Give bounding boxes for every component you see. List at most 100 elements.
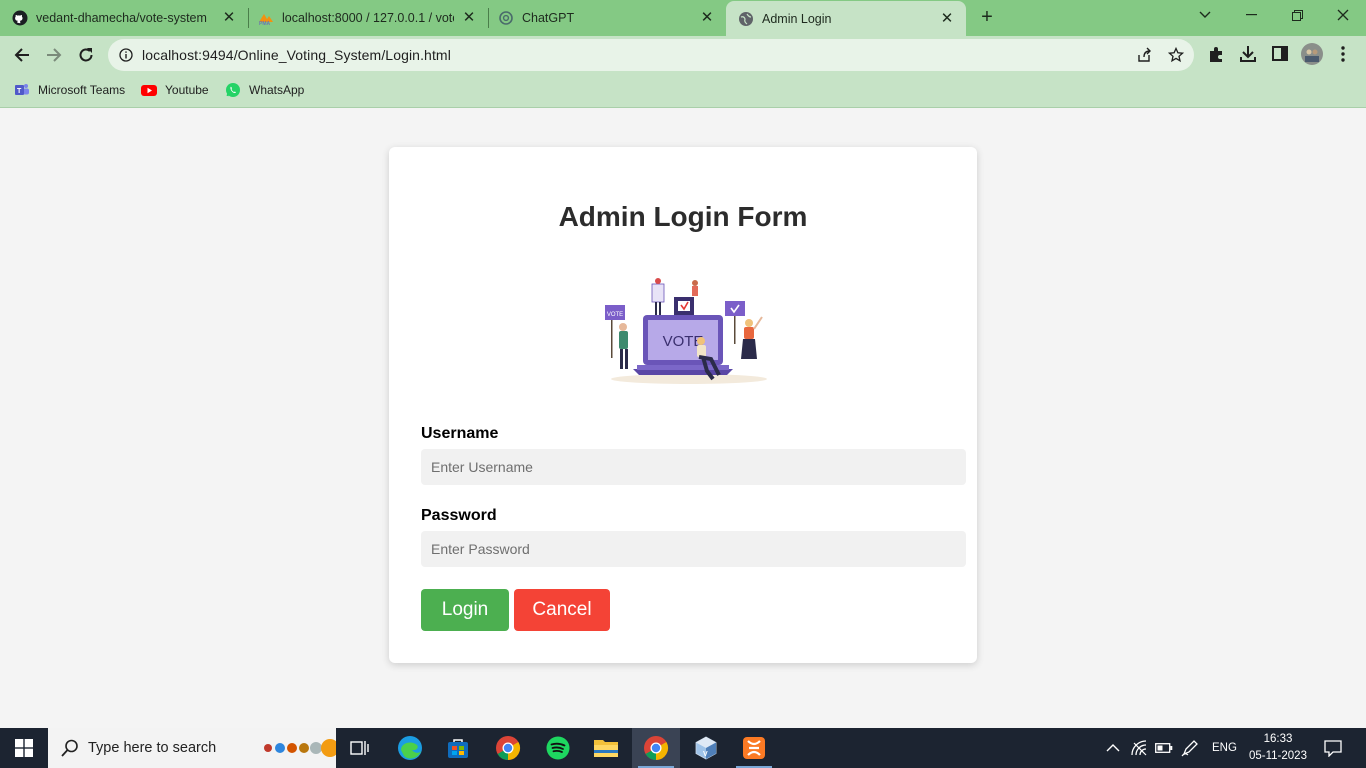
tab-github[interactable]: vedant-dhamecha/vote-system ✕ <box>12 0 248 36</box>
profile-avatar[interactable] <box>1301 43 1323 65</box>
new-tab-button[interactable]: + <box>976 6 998 28</box>
chrome-icon <box>496 736 521 760</box>
battery-icon <box>1155 743 1173 753</box>
cancel-button[interactable]: Cancel <box>514 589 610 631</box>
back-button[interactable] <box>8 41 36 69</box>
bookmark-youtube[interactable]: Youtube <box>141 82 209 98</box>
browser-toolbar: localhost:9494/Online_Voting_System/Logi… <box>0 36 1366 74</box>
whatsapp-icon <box>226 83 240 97</box>
search-highlight-icon <box>264 739 336 757</box>
pen-icon <box>1181 740 1198 757</box>
bookmark-label: Youtube <box>165 83 209 97</box>
clock-date: 05-11-2023 <box>1249 750 1307 762</box>
tab-divider <box>248 8 249 28</box>
password-input[interactable] <box>421 531 966 567</box>
svg-text:V: V <box>703 751 708 758</box>
start-button[interactable] <box>0 728 48 768</box>
tab-title: Admin Login <box>762 11 832 26</box>
restore-button[interactable] <box>1274 0 1320 30</box>
tab-phpmyadmin[interactable]: PMA localhost:8000 / 127.0.0.1 / vote ✕ <box>258 0 488 36</box>
youtube-icon <box>141 85 157 96</box>
virtualbox-icon: V <box>695 736 717 760</box>
address-bar[interactable]: localhost:9494/Online_Voting_System/Logi… <box>108 39 1194 71</box>
close-icon <box>1337 9 1349 21</box>
taskbar-clock[interactable]: 16:33 05-11-2023 <box>1244 731 1312 765</box>
tab-title: vedant-dhamecha/vote-system <box>36 11 207 25</box>
bookmark-label: WhatsApp <box>249 83 305 97</box>
bookmark-label: Microsoft Teams <box>38 83 126 97</box>
site-info-icon[interactable] <box>119 48 133 62</box>
tab-strip: vedant-dhamecha/vote-system ✕ PMA localh… <box>0 0 1366 36</box>
close-tab-icon[interactable]: ✕ <box>698 9 716 27</box>
notification-center-button[interactable] <box>1324 728 1342 768</box>
store-icon <box>448 739 468 758</box>
phpmyadmin-icon: PMA <box>259 14 273 26</box>
download-icon[interactable] <box>1240 45 1256 63</box>
battery-button[interactable] <box>1155 728 1173 768</box>
language-indicator[interactable]: ENG <box>1212 728 1237 768</box>
tab-title: localhost:8000 / 127.0.0.1 / vote <box>282 11 454 25</box>
tab-chatgpt[interactable]: ChatGPT ✕ <box>498 0 726 36</box>
network-icon <box>1131 740 1147 756</box>
tray-overflow-button[interactable] <box>1106 728 1120 768</box>
notification-icon <box>1324 740 1342 757</box>
chatgpt-icon <box>499 11 513 25</box>
username-input[interactable] <box>421 449 966 485</box>
minimize-icon <box>1245 14 1257 16</box>
svg-text:VOTE: VOTE <box>607 312 623 318</box>
taskbar-file-explorer[interactable] <box>582 728 630 768</box>
taskbar-spotify[interactable] <box>534 728 582 768</box>
forward-arrow-icon <box>47 48 62 62</box>
tab-title: ChatGPT <box>522 11 575 25</box>
teams-icon: T <box>15 84 29 95</box>
bookmark-star-icon[interactable] <box>1168 47 1184 63</box>
reload-icon <box>79 48 93 62</box>
globe-icon <box>739 11 753 26</box>
close-tab-icon[interactable]: ✕ <box>220 9 238 27</box>
bookmark-microsoft-teams[interactable]: T Microsoft Teams <box>14 82 125 98</box>
extensions-icon[interactable] <box>1208 45 1224 63</box>
side-panel-icon[interactable] <box>1272 45 1288 63</box>
tab-divider <box>488 8 489 28</box>
windows-logo-icon <box>15 739 33 757</box>
taskbar-chrome[interactable] <box>484 728 532 768</box>
svg-text:T: T <box>17 88 22 95</box>
bookmarks-bar: T Microsoft Teams Youtube WhatsApp <box>0 74 1366 108</box>
pen-button[interactable] <box>1181 728 1199 768</box>
taskbar-xampp[interactable] <box>730 728 778 768</box>
windows-taskbar: Type here to search V ENG 16:33 05-11-20… <box>0 728 1366 768</box>
share-icon[interactable] <box>1136 47 1152 63</box>
task-view-button[interactable] <box>336 728 384 768</box>
close-tab-icon[interactable]: ✕ <box>938 10 956 28</box>
taskbar-store[interactable] <box>434 728 482 768</box>
forward-button[interactable] <box>40 41 68 69</box>
xampp-icon <box>743 737 765 759</box>
svg-text:PMA: PMA <box>259 21 271 26</box>
taskbar-search-box[interactable]: Type here to search <box>48 728 336 768</box>
voting-illustration: VOTE VOTE <box>605 278 767 384</box>
more-menu-icon[interactable] <box>1340 45 1346 63</box>
password-label: Password <box>421 507 497 524</box>
back-arrow-icon <box>14 48 29 62</box>
page-title: Admin Login Form <box>558 201 808 232</box>
taskbar-edge[interactable] <box>386 728 434 768</box>
network-button[interactable] <box>1131 728 1149 768</box>
taskbar-chrome-active[interactable] <box>632 728 680 768</box>
search-placeholder: Type here to search <box>88 740 217 756</box>
login-card: Admin Login Form VOTE VOTE Username Ente… <box>389 147 977 663</box>
search-icon <box>61 739 78 757</box>
close-window-button[interactable] <box>1320 0 1366 30</box>
reload-button[interactable] <box>72 41 100 69</box>
taskbar-virtualbox[interactable]: V <box>682 728 730 768</box>
tab-admin-login[interactable]: Admin Login ✕ <box>726 1 966 36</box>
tab-search-button[interactable] <box>1182 0 1228 30</box>
github-icon <box>12 10 28 26</box>
minimize-button[interactable] <box>1228 0 1274 30</box>
task-view-icon <box>350 741 369 755</box>
chevron-down-icon <box>1199 11 1211 18</box>
bookmark-whatsapp[interactable]: WhatsApp <box>225 82 304 98</box>
url-text: localhost:9494/Online_Voting_System/Logi… <box>142 47 451 63</box>
close-tab-icon[interactable]: ✕ <box>460 9 478 27</box>
chrome-icon <box>644 736 669 760</box>
login-button[interactable]: Login <box>421 589 509 631</box>
